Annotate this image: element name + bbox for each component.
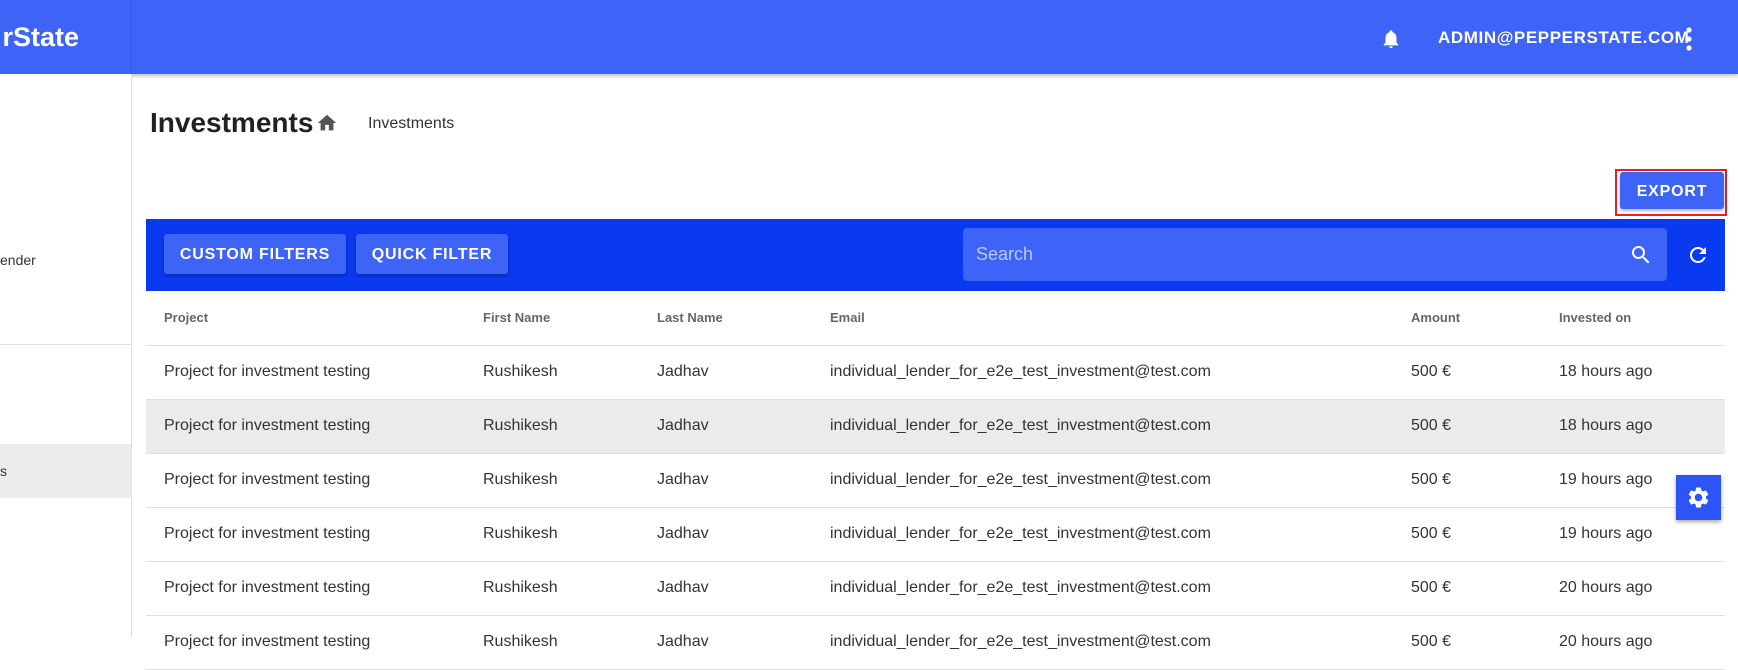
cell-first-name: Rushikesh (483, 579, 558, 596)
column-header-invested-on[interactable]: Invested on (1559, 310, 1631, 325)
cell-last-name: Jadhav (657, 417, 709, 434)
cell-email: individual_lender_for_e2e_test_investmen… (830, 633, 1211, 650)
table-row[interactable]: Project for investment testing Rushikesh… (146, 400, 1725, 454)
custom-filters-button[interactable]: CUSTOM FILTERS (164, 234, 346, 274)
settings-button[interactable] (1676, 475, 1721, 520)
bell-icon[interactable] (1380, 27, 1402, 51)
cell-project: Project for investment testing (164, 633, 371, 650)
cell-last-name: Jadhav (657, 471, 709, 488)
cell-last-name: Jadhav (657, 363, 709, 380)
cell-amount: 500 € (1411, 471, 1452, 488)
cell-project: Project for investment testing (164, 525, 371, 542)
search-icon[interactable] (1629, 243, 1653, 267)
kebab-menu-icon[interactable] (1684, 26, 1694, 52)
cell-invested-on: 20 hours ago (1559, 633, 1653, 650)
cell-amount: 500 € (1411, 579, 1452, 596)
investments-table: Project First Name Last Name Email Amoun… (146, 291, 1725, 670)
column-header-project[interactable]: Project (164, 310, 208, 325)
sidebar-item-lender[interactable]: ender (0, 252, 36, 268)
cell-email: individual_lender_for_e2e_test_investmen… (830, 525, 1211, 542)
refresh-icon[interactable] (1686, 243, 1710, 267)
table-row[interactable]: Project for investment testing Rushikesh… (146, 346, 1725, 400)
table-row[interactable]: Project for investment testing Rushikesh… (146, 562, 1725, 616)
breadcrumb-current: Investments (368, 115, 455, 132)
cell-amount: 500 € (1411, 633, 1452, 650)
home-icon[interactable] (316, 112, 338, 134)
cell-email: individual_lender_for_e2e_test_investmen… (830, 579, 1211, 596)
cell-first-name: Rushikesh (483, 525, 558, 542)
gear-icon (1688, 487, 1709, 508)
cell-project: Project for investment testing (164, 363, 371, 380)
cell-invested-on: 18 hours ago (1559, 417, 1653, 434)
column-header-amount[interactable]: Amount (1411, 310, 1460, 325)
column-header-first-name[interactable]: First Name (483, 310, 550, 325)
cell-first-name: Rushikesh (483, 363, 558, 380)
column-header-last-name[interactable]: Last Name (657, 310, 723, 325)
user-email-menu[interactable]: ADMIN@PEPPERSTATE.COM (1438, 27, 1689, 49)
table-row[interactable]: Project for investment testing Rushikesh… (146, 454, 1725, 508)
brand-text: rState (2, 22, 79, 52)
app-bar: rState ADMIN@PEPPERSTATE.COM (0, 0, 1738, 74)
search-input[interactable] (963, 228, 1603, 281)
cell-invested-on: 19 hours ago (1559, 471, 1653, 488)
cell-amount: 500 € (1411, 363, 1452, 380)
cell-project: Project for investment testing (164, 417, 371, 434)
cell-last-name: Jadhav (657, 525, 709, 542)
cell-last-name: Jadhav (657, 633, 709, 650)
sidebar-item-investments[interactable]: s (0, 444, 131, 498)
sidebar-divider (0, 344, 131, 345)
search-box (963, 228, 1667, 281)
page-title: Investments (150, 107, 314, 138)
table-header: Project First Name Last Name Email Amoun… (146, 291, 1725, 346)
cell-project: Project for investment testing (164, 471, 371, 488)
table-toolbar: CUSTOM FILTERS QUICK FILTER (146, 219, 1725, 291)
cell-amount: 500 € (1411, 525, 1452, 542)
export-button[interactable]: EXPORT (1620, 172, 1724, 209)
table-row[interactable]: Project for investment testing Rushikesh… (146, 508, 1725, 562)
cell-invested-on: 20 hours ago (1559, 579, 1653, 596)
cell-first-name: Rushikesh (483, 417, 558, 434)
cell-last-name: Jadhav (657, 579, 709, 596)
brand-logo[interactable]: rState (0, 0, 132, 74)
cell-invested-on: 19 hours ago (1559, 525, 1653, 542)
cell-invested-on: 18 hours ago (1559, 363, 1653, 380)
cell-amount: 500 € (1411, 417, 1452, 434)
cell-email: individual_lender_for_e2e_test_investmen… (830, 417, 1211, 434)
quick-filter-button[interactable]: QUICK FILTER (356, 234, 508, 274)
column-header-email[interactable]: Email (830, 310, 865, 325)
cell-project: Project for investment testing (164, 579, 371, 596)
cell-email: individual_lender_for_e2e_test_investmen… (830, 363, 1211, 380)
cell-email: individual_lender_for_e2e_test_investmen… (830, 471, 1211, 488)
sidebar: ender s (0, 74, 132, 638)
cell-first-name: Rushikesh (483, 633, 558, 650)
table-row[interactable]: Project for investment testing Rushikesh… (146, 616, 1725, 670)
cell-first-name: Rushikesh (483, 471, 558, 488)
